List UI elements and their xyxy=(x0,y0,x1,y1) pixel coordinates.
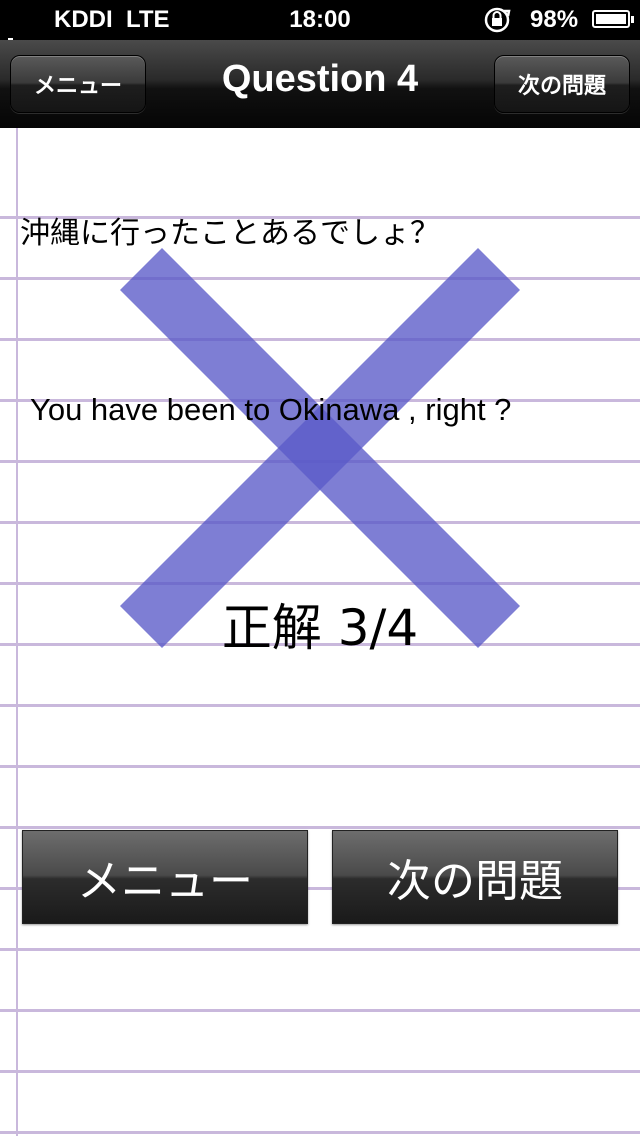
status-bar: KDDI LTE 18:00 98% xyxy=(0,0,640,46)
nav-menu-button[interactable]: メニュー xyxy=(10,55,146,113)
rotation-lock-icon xyxy=(484,7,511,33)
battery-percent: 98% xyxy=(530,6,579,33)
navigation-bar: メニュー Question 4 次の問題 xyxy=(0,40,640,129)
page-title: Question 4 xyxy=(221,58,419,100)
english-answer: You have been to Okinawa , right ? xyxy=(30,392,512,427)
japanese-question: 沖縄に行ったことあるでしょ？ xyxy=(20,216,440,251)
nav-next-question-button[interactable]: 次の問題 xyxy=(494,55,630,113)
menu-button[interactable]: メニュー xyxy=(22,830,308,924)
next-question-button[interactable]: 次の問題 xyxy=(332,830,618,924)
score-text: 正解 3/4 xyxy=(221,599,419,657)
battery-icon xyxy=(592,10,634,28)
